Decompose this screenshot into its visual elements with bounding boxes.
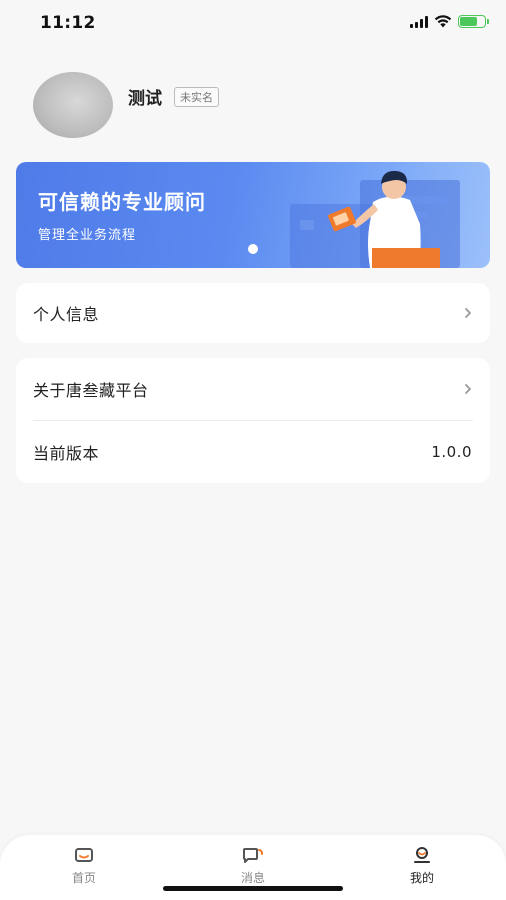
app-version-value: 1.0.0 (431, 443, 472, 461)
about-platform-row[interactable]: 关于唐叁藏平台 (16, 358, 490, 420)
message-icon (243, 848, 263, 863)
status-time: 11:12 (40, 13, 96, 33)
avatar[interactable] (33, 72, 113, 138)
personal-info-label: 个人信息 (33, 305, 100, 324)
profile-header[interactable]: 测试 未实名 (33, 72, 219, 138)
app-version-row: 当前版本 1.0.0 (16, 421, 490, 483)
profile-name: 测试 (128, 89, 162, 109)
home-icon (75, 848, 93, 862)
tab-messages-label: 消息 (240, 871, 265, 885)
tab-home-label: 首页 (71, 871, 96, 885)
tab-home[interactable]: 首页 (44, 847, 124, 886)
home-indicator (163, 886, 343, 891)
app-version-label: 当前版本 (33, 444, 100, 463)
status-icons (410, 15, 489, 28)
tab-mine-label: 我的 (409, 871, 434, 885)
status-bar: 11:12 (0, 0, 506, 50)
tab-messages[interactable]: 消息 (213, 847, 293, 886)
banner-title: 可信赖的专业顾问 (38, 190, 206, 214)
verify-status-badge[interactable]: 未实名 (174, 86, 219, 107)
chevron-right-icon (465, 384, 471, 394)
personal-info-row[interactable]: 个人信息 (16, 283, 490, 343)
promo-banner[interactable]: 可信赖的专业顾问 管理全业务流程 (16, 162, 490, 268)
wifi-icon (434, 15, 452, 28)
cellular-signal-icon (410, 15, 428, 28)
profile-icon (414, 847, 430, 863)
menu-card-about: 关于唐叁藏平台 当前版本 1.0.0 (16, 358, 490, 483)
tab-mine[interactable]: 我的 (382, 847, 462, 886)
about-platform-label: 关于唐叁藏平台 (33, 381, 149, 400)
battery-icon (458, 15, 489, 28)
chevron-right-icon (465, 308, 471, 318)
consultant-illustration (290, 170, 460, 268)
menu-card-personal: 个人信息 (16, 283, 490, 343)
banner-page-indicator (248, 244, 258, 254)
banner-subtitle: 管理全业务流程 (38, 228, 137, 243)
